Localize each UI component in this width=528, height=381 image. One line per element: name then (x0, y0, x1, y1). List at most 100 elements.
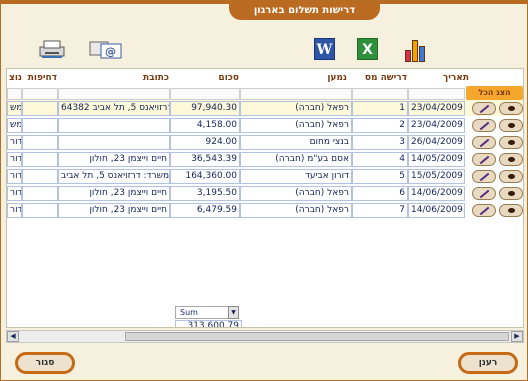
word-icon[interactable]: W (314, 38, 335, 60)
filter-amount[interactable] (170, 88, 240, 100)
printer-icon[interactable] (38, 39, 66, 59)
close-button[interactable]: סגור (15, 352, 75, 374)
table-row[interactable]: דור חיים וייצמן 23, חולון 3,195.50 רפאל (חב… (7, 185, 523, 201)
cell-urgency[interactable] (22, 101, 58, 116)
cell-date[interactable]: 23/04/2009 (408, 118, 465, 133)
cell-urgency[interactable] (22, 135, 58, 150)
cell-amount[interactable]: 164,360.00 (170, 169, 240, 184)
requests-grid: תאריך דרישה מס נמען סכום כתובת דחיפות נו… (6, 68, 524, 328)
cell-extra[interactable]: דור (7, 169, 22, 184)
view-icon[interactable] (499, 136, 523, 149)
view-icon[interactable] (499, 119, 523, 132)
table-row[interactable]: דור משרד: דרזויאנס 5, תל אביב 164,360.00 דו… (7, 168, 523, 184)
cell-amount[interactable]: 6,479.59 (170, 203, 240, 218)
cell-request-no[interactable]: 2 (352, 118, 408, 133)
excel-icon[interactable]: X (357, 38, 378, 60)
cell-extra[interactable]: דור (7, 152, 22, 167)
edit-icon[interactable] (472, 102, 496, 115)
chart-icon[interactable] (404, 38, 430, 62)
table-row[interactable]: מש דרזויאנס 5, תל אביב 64382 97,940.30 רפאל… (7, 100, 523, 116)
cell-address[interactable]: דרזויאנס 5, תל אביב 64382 (58, 101, 170, 116)
cell-date[interactable]: 14/05/2009 (408, 152, 465, 167)
col-header-date[interactable]: תאריך (435, 69, 469, 87)
view-icon[interactable] (499, 204, 523, 217)
cell-request-no[interactable]: 7 (352, 203, 408, 218)
cell-date[interactable]: 14/06/2009 (408, 203, 465, 218)
cell-urgency[interactable] (22, 169, 58, 184)
table-row[interactable]: דור חיים וייצמן 23, חולון 36,543.39 אסם בע"… (7, 151, 523, 167)
cell-amount[interactable]: 4,158.00 (170, 118, 240, 133)
view-icon[interactable] (499, 153, 523, 166)
cell-extra[interactable]: דור (7, 203, 22, 218)
cell-extra[interactable]: מש (7, 118, 22, 133)
filter-address[interactable] (58, 88, 170, 100)
edit-icon[interactable] (472, 170, 496, 183)
table-row[interactable]: מש 4,158.00 רפאל (חברה) 2 23/04/2009 (7, 117, 523, 133)
table-row[interactable]: דור 924.00 בנצי מחום 3 26/04/2009 (7, 134, 523, 150)
cell-recipient[interactable]: אסם בע"מ (חברה) (240, 152, 352, 167)
cell-recipient[interactable]: רפאל (חברה) (240, 118, 352, 133)
cell-address[interactable] (58, 118, 170, 133)
refresh-button[interactable]: רענן (458, 352, 518, 374)
cell-address[interactable]: חיים וייצמן 23, חולון (58, 203, 170, 218)
cell-date[interactable]: 23/04/2009 (408, 101, 465, 116)
cell-urgency[interactable] (22, 152, 58, 167)
cell-recipient[interactable]: רפאל (חברה) (240, 203, 352, 218)
cell-amount[interactable]: 97,940.30 (170, 101, 240, 116)
cell-request-no[interactable]: 3 (352, 135, 408, 150)
cell-recipient[interactable]: בנצי מחום (240, 135, 352, 150)
chevron-down-icon[interactable]: ▼ (228, 306, 239, 319)
scroll-right-icon[interactable]: ▶ (511, 331, 523, 342)
horizontal-scrollbar[interactable]: ◀ ▶ (6, 330, 524, 343)
cell-request-no[interactable]: 1 (352, 101, 408, 116)
cell-extra[interactable]: מש (7, 101, 22, 116)
cell-date[interactable]: 15/05/2009 (408, 169, 465, 184)
table-row[interactable]: דור חיים וייצמן 23, חולון 6,479.59 רפאל (חב… (7, 202, 523, 218)
view-icon[interactable] (499, 187, 523, 200)
scroll-left-icon[interactable]: ◀ (7, 331, 19, 342)
cell-address[interactable]: חיים וייצמן 23, חולון (58, 186, 170, 201)
cell-amount[interactable]: 924.00 (170, 135, 240, 150)
col-header-request-no[interactable]: דרישה מס (355, 69, 407, 87)
cell-date[interactable]: 26/04/2009 (408, 135, 465, 150)
view-icon[interactable] (499, 170, 523, 183)
filter-urgency[interactable] (22, 88, 58, 100)
email-icon[interactable]: @ (89, 38, 123, 60)
summary-total: 313,600.79 (175, 320, 242, 327)
cell-recipient[interactable]: רפאל (חברה) (240, 101, 352, 116)
cell-extra[interactable]: דור (7, 186, 22, 201)
view-icon[interactable] (499, 102, 523, 115)
filter-recipient[interactable] (240, 88, 352, 100)
cell-address[interactable]: משרד: דרזויאנס 5, תל אביב (58, 169, 170, 184)
filter-date[interactable] (408, 88, 465, 100)
cell-request-no[interactable]: 5 (352, 169, 408, 184)
col-header-amount[interactable]: סכום (197, 69, 239, 87)
cell-extra[interactable]: דור (7, 135, 22, 150)
edit-icon[interactable] (472, 187, 496, 200)
cell-urgency[interactable] (22, 118, 58, 133)
cell-request-no[interactable]: 6 (352, 186, 408, 201)
cell-urgency[interactable] (22, 203, 58, 218)
col-header-urgency[interactable]: דחיפות (23, 69, 57, 87)
scroll-thumb[interactable] (125, 332, 509, 341)
cell-address[interactable]: חיים וייצמן 23, חולון (58, 152, 170, 167)
cell-request-no[interactable]: 4 (352, 152, 408, 167)
edit-icon[interactable] (472, 136, 496, 149)
cell-urgency[interactable] (22, 186, 58, 201)
col-header-recipient[interactable]: נמען (287, 69, 347, 87)
filter-extra[interactable] (7, 88, 22, 100)
cell-recipient[interactable]: רפאל (חברה) (240, 186, 352, 201)
cell-amount[interactable]: 36,543.39 (170, 152, 240, 167)
filter-request-no[interactable] (352, 88, 408, 100)
cell-address[interactable] (58, 135, 170, 150)
edit-icon[interactable] (472, 119, 496, 132)
col-header-extra[interactable]: נוצ (7, 69, 22, 87)
show-all-button[interactable]: הצג הכל (466, 86, 523, 100)
cell-date[interactable]: 14/06/2009 (408, 186, 465, 201)
edit-icon[interactable] (472, 153, 496, 166)
edit-icon[interactable] (472, 204, 496, 217)
cell-recipient[interactable]: דורון אביעד (240, 169, 352, 184)
col-header-address[interactable]: כתובת (107, 69, 169, 87)
cell-amount[interactable]: 3,195.50 (170, 186, 240, 201)
summary-function-select[interactable]: Sum ▼ (175, 306, 239, 319)
